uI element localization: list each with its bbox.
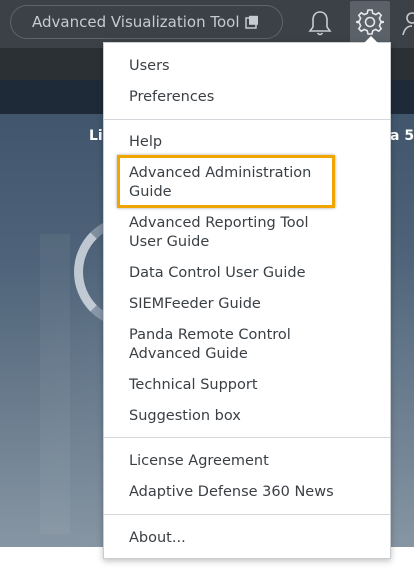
menu-divider bbox=[104, 514, 390, 515]
external-link-icon bbox=[244, 8, 259, 29]
menu-divider bbox=[104, 119, 390, 120]
menu-item-license-agreement[interactable]: License Agreement bbox=[129, 452, 379, 471]
top-header-bar: Advanced Visualization Tool bbox=[0, 0, 414, 48]
menu-caret bbox=[364, 36, 378, 43]
menu-item-technical-support[interactable]: Technical Support bbox=[129, 376, 379, 395]
menu-divider bbox=[104, 437, 390, 438]
menu-item-siemfeeder-guide[interactable]: SIEMFeeder Guide bbox=[129, 295, 379, 314]
menu-item-suggestion-box[interactable]: Suggestion box bbox=[129, 407, 379, 426]
background-building bbox=[40, 234, 70, 534]
banner-text-left: Li bbox=[89, 128, 103, 144]
menu-item-data-control-user-guide[interactable]: Data Control User Guide bbox=[129, 264, 379, 283]
menu-item-help[interactable]: Help bbox=[129, 133, 379, 152]
bell-icon[interactable] bbox=[305, 8, 335, 38]
menu-item-preferences[interactable]: Preferences bbox=[129, 88, 379, 107]
settings-dropdown-menu: Users Preferences Help Advanced Administ… bbox=[103, 36, 391, 559]
menu-item-adaptive-defense-360-news[interactable]: Adaptive Defense 360 News bbox=[129, 483, 379, 502]
menu-item-about[interactable]: About... bbox=[129, 529, 379, 548]
advanced-visualization-tool-button[interactable]: Advanced Visualization Tool bbox=[10, 5, 283, 39]
visualization-button-label: Advanced Visualization Tool bbox=[32, 13, 240, 31]
menu-item-advanced-reporting-tool-user-guide[interactable]: Advanced Reporting Tool User Guide bbox=[129, 214, 329, 252]
user-icon[interactable] bbox=[401, 8, 414, 38]
gear-icon bbox=[356, 9, 384, 35]
banner-text-right: a 5/ bbox=[390, 128, 414, 144]
highlight-box bbox=[117, 155, 335, 208]
menu-item-users[interactable]: Users bbox=[129, 57, 379, 76]
menu-item-panda-remote-control-advanced-guide[interactable]: Panda Remote Control Advanced Guide bbox=[129, 326, 314, 364]
